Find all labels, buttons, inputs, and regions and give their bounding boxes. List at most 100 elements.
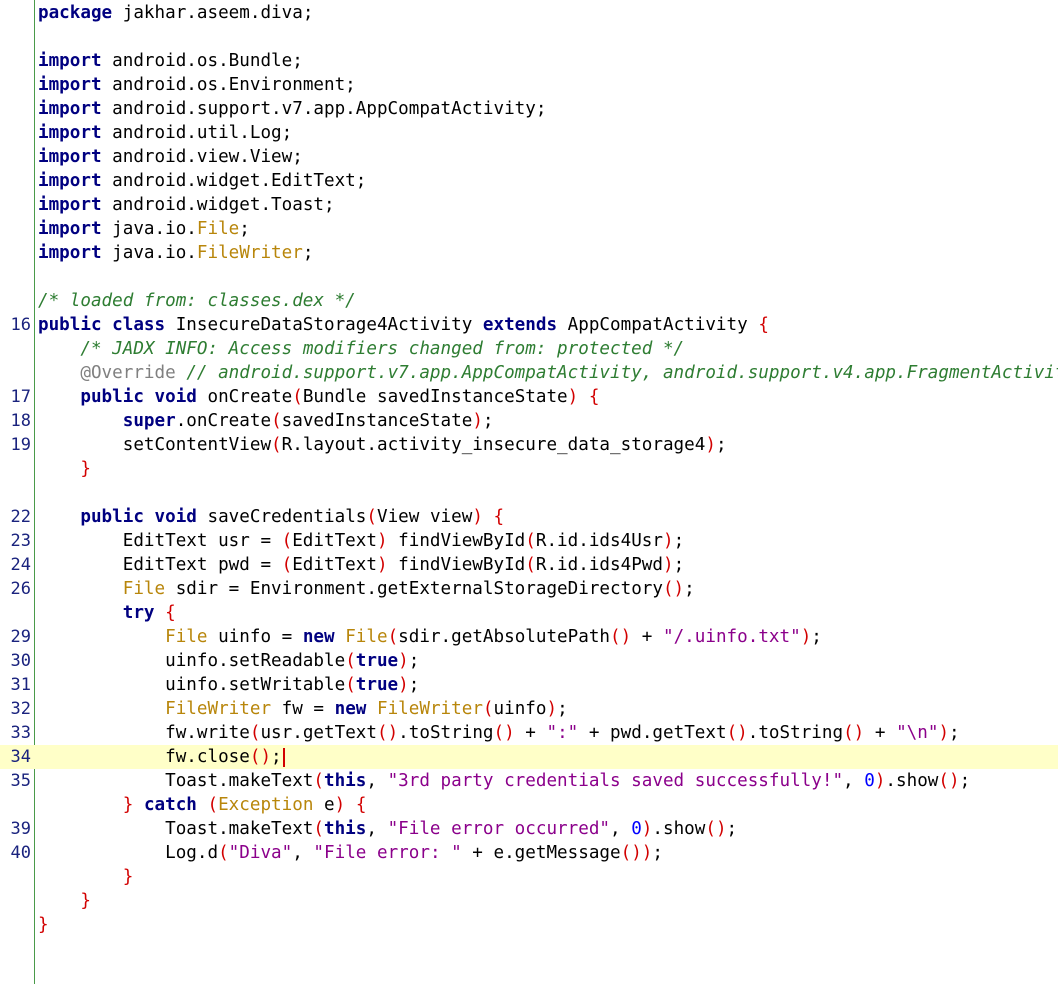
code-token: ( xyxy=(207,795,219,815)
code-text[interactable]: } xyxy=(38,889,91,913)
code-line[interactable] xyxy=(0,481,1058,505)
code-line[interactable]: import android.view.View; xyxy=(0,145,1058,169)
code-token: () xyxy=(705,819,727,839)
code-text[interactable]: fw.close(); xyxy=(38,745,285,769)
code-token: () xyxy=(493,723,515,743)
code-text[interactable]: } xyxy=(38,865,134,889)
code-text[interactable]: public void saveCredentials(View view) { xyxy=(38,505,504,529)
code-text[interactable]: import android.widget.EditText; xyxy=(38,169,366,193)
code-text[interactable]: Toast.makeText(this, "File error occurre… xyxy=(38,817,737,841)
code-text[interactable]: import android.util.Log; xyxy=(38,121,292,145)
code-token: import xyxy=(38,219,102,239)
code-line[interactable]: import java.io.FileWriter; xyxy=(0,241,1058,265)
code-line[interactable]: import java.io.File; xyxy=(0,217,1058,241)
code-text[interactable]: import android.os.Bundle; xyxy=(38,49,303,73)
code-line[interactable]: 23 EditText usr = (EditText) findViewByI… xyxy=(0,529,1058,553)
code-text[interactable]: fw.write(usr.getText().toString() + ":" … xyxy=(38,721,960,745)
code-token: () xyxy=(938,771,960,791)
code-line[interactable]: } xyxy=(0,865,1058,889)
code-text[interactable]: import android.view.View; xyxy=(38,145,303,169)
code-token: () xyxy=(726,723,748,743)
code-text[interactable]: FileWriter fw = new FileWriter(uinfo); xyxy=(38,697,568,721)
code-text[interactable]: File uinfo = new File(sdir.getAbsolutePa… xyxy=(38,625,822,649)
code-line[interactable]: 17 public void onCreate(Bundle savedInst… xyxy=(0,385,1058,409)
code-line[interactable]: @Override // android.support.v7.app.AppC… xyxy=(0,361,1058,385)
code-text[interactable]: public void onCreate(Bundle savedInstanc… xyxy=(38,385,599,409)
code-line[interactable]: import android.os.Environment; xyxy=(0,73,1058,97)
code-line[interactable]: import android.widget.Toast; xyxy=(0,193,1058,217)
code-token: java.io. xyxy=(101,219,197,239)
code-line[interactable]: } catch (Exception e) { xyxy=(0,793,1058,817)
code-text[interactable]: } xyxy=(38,913,49,937)
code-token: () xyxy=(610,627,632,647)
code-line[interactable]: import android.os.Bundle; xyxy=(0,49,1058,73)
code-text[interactable]: Log.d("Diva", "File error: " + e.getMess… xyxy=(38,841,663,865)
code-line[interactable]: /* JADX INFO: Access modifiers changed f… xyxy=(0,337,1058,361)
code-text[interactable]: import java.io.File; xyxy=(38,217,250,241)
code-text[interactable]: /* loaded from: classes.dex */ xyxy=(38,289,356,313)
code-line[interactable]: 30 uinfo.setReadable(true); xyxy=(0,649,1058,673)
code-text[interactable]: @Override // android.support.v7.app.AppC… xyxy=(38,361,1058,385)
code-text[interactable]: /* JADX INFO: Access modifiers changed f… xyxy=(38,337,684,361)
code-line[interactable]: 26 File sdir = Environment.getExternalSt… xyxy=(0,577,1058,601)
code-text[interactable]: import java.io.FileWriter; xyxy=(38,241,313,265)
code-line[interactable]: 31 uinfo.setWritable(true); xyxy=(0,673,1058,697)
code-token: ) xyxy=(376,555,388,575)
code-text[interactable]: super.onCreate(savedInstanceState); xyxy=(38,409,494,433)
code-text[interactable]: setContentView(R.layout.activity_insecur… xyxy=(38,433,727,457)
code-line[interactable]: 32 FileWriter fw = new FileWriter(uinfo)… xyxy=(0,697,1058,721)
code-text[interactable]: } xyxy=(38,457,91,481)
code-text[interactable]: File sdir = Environment.getExternalStora… xyxy=(38,577,695,601)
code-line[interactable]: /* loaded from: classes.dex */ xyxy=(0,289,1058,313)
code-token: Bundle savedInstanceState xyxy=(302,387,568,407)
code-token: ( xyxy=(281,531,293,551)
code-line[interactable]: 33 fw.write(usr.getText().toString() + "… xyxy=(0,721,1058,745)
code-text[interactable]: uinfo.setReadable(true); xyxy=(38,649,419,673)
code-line[interactable]: 35 Toast.makeText(this, "3rd party crede… xyxy=(0,769,1058,793)
code-editor[interactable]: package jakhar.aseem.diva; import android… xyxy=(0,0,1058,984)
code-text[interactable]: Toast.makeText(this, "3rd party credenti… xyxy=(38,769,970,793)
code-text[interactable]: package jakhar.aseem.diva; xyxy=(38,1,313,25)
current-line[interactable]: 34 fw.close(); xyxy=(0,745,1058,769)
code-line[interactable] xyxy=(0,25,1058,49)
code-line[interactable]: 22 public void saveCredentials(View view… xyxy=(0,505,1058,529)
code-line[interactable]: 19 setContentView(R.layout.activity_inse… xyxy=(0,433,1058,457)
code-line[interactable]: 24 EditText pwd = (EditText) findViewByI… xyxy=(0,553,1058,577)
code-text[interactable]: EditText pwd = (EditText) findViewById(R… xyxy=(38,553,684,577)
code-line[interactable]: } xyxy=(0,889,1058,913)
code-line[interactable]: 39 Toast.makeText(this, "File error occu… xyxy=(0,817,1058,841)
code-text[interactable]: EditText usr = (EditText) findViewById(R… xyxy=(38,529,684,553)
code-text[interactable]: try { xyxy=(38,601,176,625)
code-line[interactable]: 29 File uinfo = new File(sdir.getAbsolut… xyxy=(0,625,1058,649)
code-line[interactable]: import android.widget.EditText; xyxy=(0,169,1058,193)
code-line[interactable]: import android.support.v7.app.AppCompatA… xyxy=(0,97,1058,121)
code-text[interactable]: import android.os.Environment; xyxy=(38,73,356,97)
code-token: { xyxy=(165,603,176,623)
code-token: new xyxy=(334,699,367,719)
code-line[interactable]: 40 Log.d("Diva", "File error: " + e.getM… xyxy=(0,841,1058,865)
code-lines[interactable]: package jakhar.aseem.diva; import android… xyxy=(0,1,1058,937)
code-token: "Diva" xyxy=(228,843,293,863)
code-line[interactable]: } xyxy=(0,457,1058,481)
code-text[interactable]: import android.support.v7.app.AppCompatA… xyxy=(38,97,546,121)
code-text[interactable]: } catch (Exception e) { xyxy=(38,793,367,817)
code-token: public class xyxy=(38,315,166,335)
code-token: ":" xyxy=(546,723,579,743)
code-token: ; xyxy=(239,219,250,239)
code-line[interactable]: 18 super.onCreate(savedInstanceState); xyxy=(0,409,1058,433)
code-token: ; xyxy=(715,435,727,455)
code-text[interactable]: uinfo.setWritable(true); xyxy=(38,673,419,697)
code-line[interactable]: 16 public class InsecureDataStorage4Activ… xyxy=(0,313,1058,337)
code-text[interactable]: import android.widget.Toast; xyxy=(38,193,335,217)
code-line[interactable]: } xyxy=(0,913,1058,937)
code-line[interactable]: import android.util.Log; xyxy=(0,121,1058,145)
code-token: ) xyxy=(662,555,674,575)
code-text[interactable]: public class InsecureDataStorage4Activit… xyxy=(38,313,769,337)
code-line[interactable] xyxy=(0,265,1058,289)
code-line[interactable]: try { xyxy=(0,601,1058,625)
code-line[interactable]: package jakhar.aseem.diva; xyxy=(0,1,1058,25)
code-token: e xyxy=(313,795,335,815)
